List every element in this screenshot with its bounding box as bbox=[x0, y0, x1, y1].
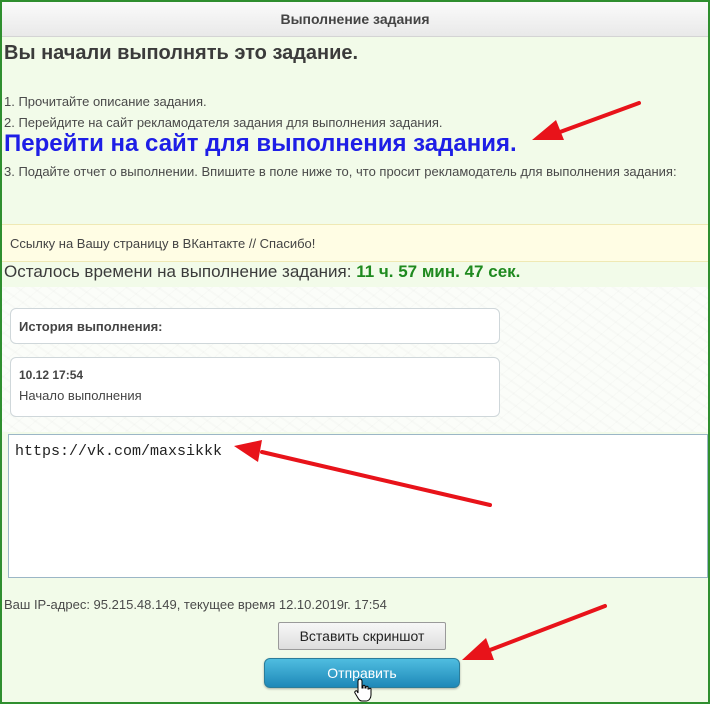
time-remaining-label: Осталось времени на выполнение задания: bbox=[4, 262, 352, 281]
page-heading: Вы начали выполнять это задание. bbox=[4, 42, 359, 64]
insert-screenshot-button[interactable]: Вставить скриншот bbox=[278, 622, 446, 650]
time-remaining-value: 11 ч. 57 мин. 47 сек. bbox=[356, 262, 521, 281]
history-entry: 10.12 17:54 Начало выполнения bbox=[10, 357, 500, 417]
history-entry-text: Начало выполнения bbox=[19, 388, 142, 403]
time-remaining: Осталось времени на выполнение задания: … bbox=[4, 262, 520, 282]
history-title: История выполнения: bbox=[19, 319, 163, 334]
instruction-step-1: 1. Прочитайте описание задания. bbox=[4, 94, 207, 109]
history-title-card: История выполнения: bbox=[10, 308, 500, 344]
task-window: Выполнение задания Вы начали выполнять э… bbox=[0, 0, 710, 704]
ip-and-time: Ваш IP-адрес: 95.215.48.149, текущее вре… bbox=[4, 597, 387, 612]
history-entry-timestamp: 10.12 17:54 bbox=[19, 368, 84, 382]
instruction-step-2: 2. Перейдите на сайт рекламодателя задан… bbox=[4, 115, 443, 130]
window-title: Выполнение задания bbox=[2, 2, 708, 37]
advertiser-request: Ссылку на Вашу страницу в ВКантакте // С… bbox=[2, 224, 708, 262]
report-textarea[interactable]: https://vk.com/maxsikkk bbox=[8, 434, 708, 578]
instruction-step-3: 3. Подайте отчет о выполнении. Впишите в… bbox=[4, 164, 677, 179]
hand-cursor-icon bbox=[354, 678, 372, 702]
go-to-site-link[interactable]: Перейти на сайт для выполнения задания. bbox=[4, 130, 517, 158]
